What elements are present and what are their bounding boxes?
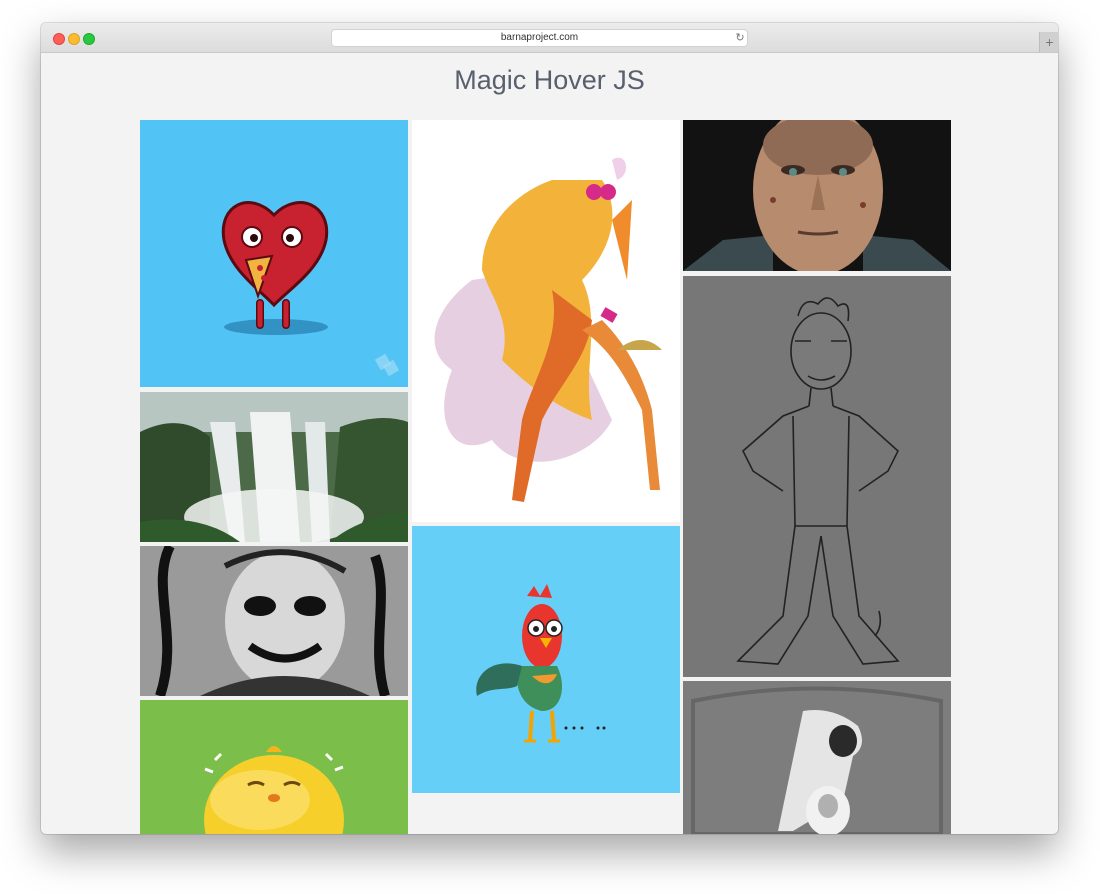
address-bar[interactable]: barnaproject.com bbox=[332, 30, 747, 46]
man-portrait-photo[interactable] bbox=[683, 120, 951, 271]
yellow-chick-3d[interactable] bbox=[140, 700, 408, 834]
heart-pizza-illustration[interactable] bbox=[140, 120, 408, 387]
waterfall-photo[interactable] bbox=[140, 392, 408, 542]
page-title: Magic Hover JS bbox=[454, 65, 645, 95]
joker-sketch-image[interactable] bbox=[140, 546, 408, 696]
plus-icon[interactable]: + bbox=[1039, 32, 1058, 52]
browser-titlebar: barnaproject.com ↻ + bbox=[41, 23, 1058, 53]
reload-icon[interactable]: ↻ bbox=[734, 30, 746, 46]
address-bar-url: barnaproject.com bbox=[500, 32, 579, 43]
orange-woman-illustration[interactable] bbox=[412, 120, 680, 522]
stone-statue-photo[interactable] bbox=[683, 681, 951, 834]
line-drawing-man[interactable] bbox=[683, 276, 951, 677]
close-window-button[interactable] bbox=[53, 33, 65, 45]
maximize-window-button[interactable] bbox=[83, 33, 95, 45]
minimize-window-button[interactable] bbox=[68, 33, 80, 45]
rooster-illustration[interactable] bbox=[412, 526, 680, 793]
browser-window: barnaproject.com ↻ + Magic Hover JS bbox=[41, 23, 1058, 834]
